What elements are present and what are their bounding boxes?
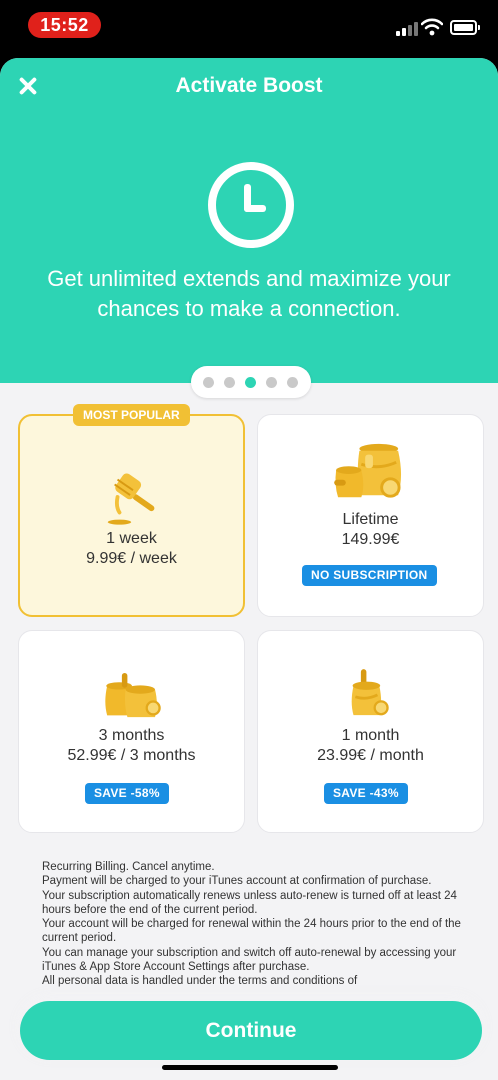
page-dot-active[interactable] bbox=[245, 377, 256, 388]
plan-card-3-months[interactable]: 3 months 52.99€ / 3 months SAVE -58% bbox=[18, 630, 245, 833]
plan-card-1-week[interactable]: MOST POPULAR 1 week 9.99€ / week bbox=[18, 404, 245, 617]
plan-price: 9.99€ / week bbox=[86, 550, 177, 567]
plan-duration: Lifetime bbox=[342, 511, 399, 528]
wifi-icon bbox=[421, 18, 443, 36]
plan-price: 149.99€ bbox=[341, 531, 400, 548]
plan-price: 23.99€ / month bbox=[317, 747, 424, 764]
plan-card-lifetime[interactable]: Lifetime 149.99€ NO SUBSCRIPTION bbox=[257, 414, 484, 617]
plan-duration: 1 month bbox=[341, 727, 400, 744]
page-dot[interactable] bbox=[287, 377, 298, 388]
legal-line: Recurring Billing. Cancel anytime. bbox=[42, 861, 215, 873]
honey-jars-medium-icon bbox=[105, 673, 161, 718]
plan-duration: 3 months bbox=[98, 727, 165, 744]
plan-card-1-month[interactable]: 1 month 23.99€ / month SAVE -43% bbox=[257, 630, 484, 833]
page-dot[interactable] bbox=[224, 377, 235, 388]
honey-dipper-icon bbox=[107, 473, 155, 525]
battery-icon bbox=[450, 20, 480, 35]
savings-badge: SAVE -58% bbox=[85, 783, 169, 804]
savings-badge: SAVE -43% bbox=[324, 783, 408, 804]
clock-icon bbox=[208, 162, 294, 248]
legal-line: Your subscription automatically renews u… bbox=[42, 889, 457, 916]
legal-line: You can manage your subscription and swi… bbox=[42, 946, 457, 974]
plan-duration: 1 week bbox=[106, 530, 157, 547]
no-subscription-badge: NO SUBSCRIPTION bbox=[302, 565, 437, 586]
page-dot[interactable] bbox=[266, 377, 277, 388]
hero-banner: Activate Boost Get unlimited extends and… bbox=[0, 58, 498, 383]
boost-sheet: Activate Boost Get unlimited extends and… bbox=[0, 58, 498, 1080]
hero-tagline: Get unlimited extends and maximize your … bbox=[47, 266, 451, 321]
legal-line: All personal data is handled under the t… bbox=[42, 975, 358, 988]
most-popular-ribbon: MOST POPULAR bbox=[73, 404, 190, 426]
status-time: 15:52 bbox=[28, 12, 101, 38]
page-title: Activate Boost bbox=[175, 74, 323, 97]
honey-jars-large-icon bbox=[334, 443, 402, 498]
legal-line: Your account will be charged for renewal… bbox=[42, 918, 461, 945]
honey-jar-small-icon bbox=[351, 669, 389, 716]
legal-line: Payment will be charged to your iTunes a… bbox=[42, 875, 432, 888]
page-dot[interactable] bbox=[203, 377, 214, 388]
continue-button[interactable]: Continue bbox=[20, 1001, 482, 1060]
legal-terms: Recurring Billing. Cancel anytime. Payme… bbox=[42, 860, 462, 1003]
cellular-signal-icon bbox=[396, 22, 420, 36]
status-bar: 15:52 bbox=[0, 0, 498, 58]
home-indicator[interactable] bbox=[162, 1065, 338, 1070]
page-indicator bbox=[191, 366, 311, 398]
plan-price: 52.99€ / 3 months bbox=[67, 747, 196, 764]
